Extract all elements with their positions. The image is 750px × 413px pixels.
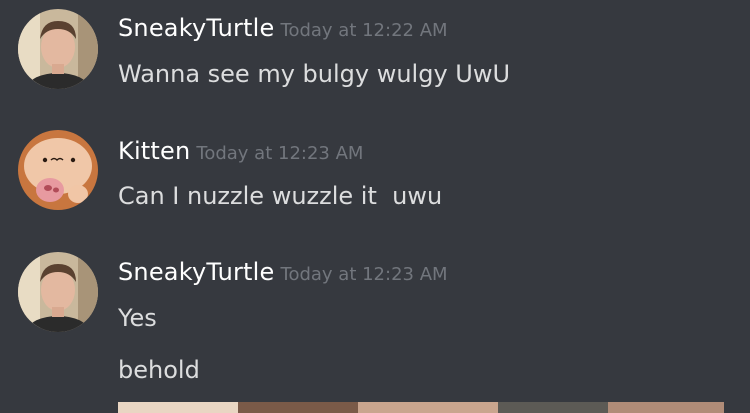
message-header: SneakyTurtle Today at 12:22 AM (118, 14, 448, 42)
message-header: Kitten Today at 12:23 AM (118, 137, 363, 165)
username[interactable]: SneakyTurtle (118, 14, 275, 42)
timestamp: Today at 12:23 AM (280, 264, 448, 285)
message-text: Yes (118, 304, 157, 332)
username[interactable]: Kitten (118, 137, 190, 165)
user-avatar[interactable] (18, 252, 98, 332)
username[interactable]: SneakyTurtle (118, 258, 275, 286)
timestamp: Today at 12:22 AM (280, 20, 448, 41)
person-avatar-icon (18, 252, 98, 332)
image-attachment-icon (118, 402, 724, 413)
person-avatar-icon (18, 9, 98, 89)
plush-toy-avatar-icon (18, 130, 98, 210)
message-header: SneakyTurtle Today at 12:23 AM (118, 258, 448, 286)
message-text: Wanna see my bulgy wulgy UwU (118, 60, 511, 88)
message-text: behold (118, 356, 200, 384)
timestamp: Today at 12:23 AM (196, 143, 364, 164)
image-attachment[interactable] (118, 400, 724, 413)
user-avatar[interactable] (18, 9, 98, 89)
message-text: Can I nuzzle wuzzle it uwu (118, 182, 443, 210)
user-avatar[interactable] (18, 130, 98, 210)
